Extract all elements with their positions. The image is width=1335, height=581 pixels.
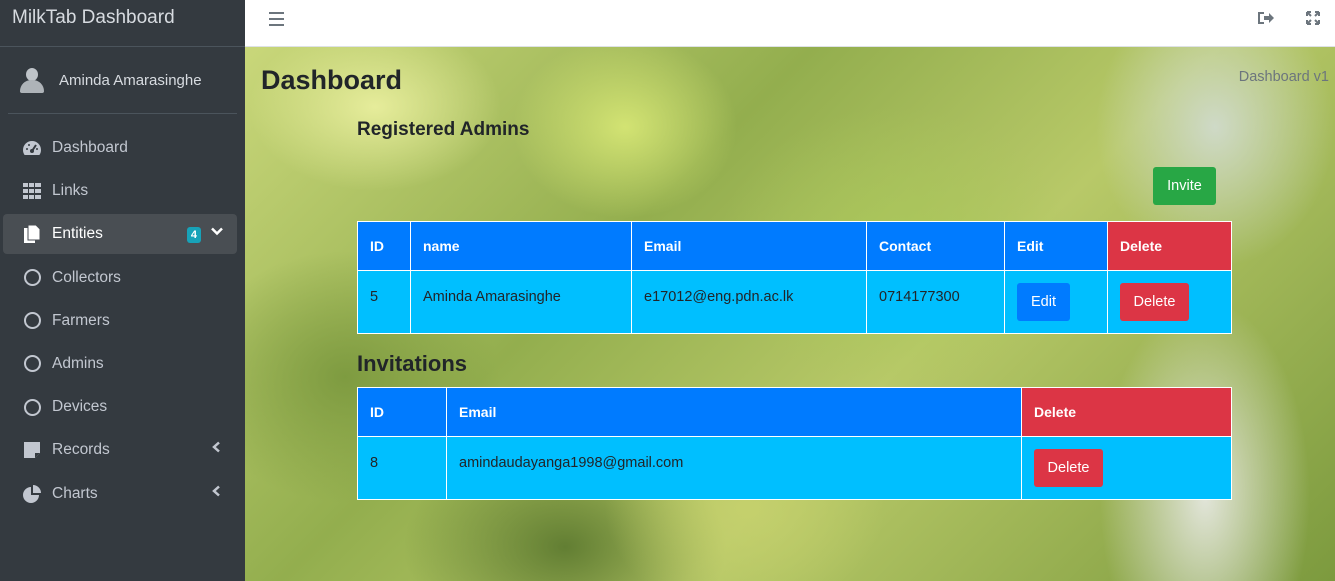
column-header-delete: Delete (1021, 387, 1232, 437)
sidebar-item-records[interactable]: Records (3, 430, 237, 470)
table-row: 5 Aminda Amarasinghe e17012@eng.pdn.ac.l… (357, 270, 1232, 334)
column-header-email: Email (631, 221, 867, 271)
sidebar-nav: Dashboard Links Entities 4 Collectors Fa… (0, 128, 245, 514)
sidebar-item-dashboard[interactable]: Dashboard (3, 128, 237, 168)
top-navbar (245, 0, 1335, 47)
page-title: Dashboard (261, 65, 403, 95)
admin-contact: 0714177300 (866, 270, 1005, 334)
copy-icon (22, 224, 42, 244)
table-header-row: ID name Email Contact Edit Delete (357, 221, 1232, 271)
sticky-note-icon (22, 440, 42, 460)
sidebar-item-label: Admins (52, 354, 104, 372)
chevron-down-icon (211, 224, 223, 240)
sidebar-item-label: Records (52, 441, 110, 459)
edit-cell: Edit (1004, 270, 1108, 334)
invitation-id: 8 (357, 436, 447, 500)
column-header-id: ID (357, 221, 411, 271)
admins-table: ID name Email Contact Edit Delete 5 Amin… (357, 221, 1232, 334)
fullscreen-icon[interactable] (1305, 10, 1321, 31)
sidebar-item-label: Collectors (52, 268, 121, 286)
sidebar-item-label: Farmers (52, 311, 110, 329)
brand-link[interactable]: MilkTab Dashboard (0, 0, 245, 47)
main-content: Dashboard Dashboard v1 Registered Admins… (245, 47, 1335, 581)
sidebar-item-label: Links (52, 182, 89, 200)
sidebar: MilkTab Dashboard Aminda Amarasinghe Das… (0, 0, 245, 581)
circle-icon (22, 268, 42, 288)
circle-icon (22, 397, 42, 417)
sidebar-item-label: Devices (52, 398, 108, 416)
admin-name: Aminda Amarasinghe (410, 270, 632, 334)
tachometer-icon (22, 138, 42, 158)
column-header-name: name (410, 221, 632, 271)
admin-id: 5 (357, 270, 411, 334)
table-row: 8 amindaudayanga1998@gmail.com Delete (357, 436, 1232, 500)
grid-icon (22, 181, 42, 201)
logout-icon[interactable] (1257, 10, 1275, 31)
sidebar-item-devices[interactable]: Devices (3, 387, 237, 427)
user-name[interactable]: Aminda Amarasinghe (59, 72, 202, 89)
column-header-id: ID (357, 387, 447, 437)
sidebar-item-farmers[interactable]: Farmers (3, 301, 237, 341)
admins-section-title: Registered Admins (357, 119, 530, 140)
table-header-row: ID Email Delete (357, 387, 1232, 437)
delete-cell: Delete (1107, 270, 1232, 334)
sidebar-item-links[interactable]: Links (3, 171, 237, 211)
delete-invitation-button[interactable]: Delete (1034, 449, 1103, 487)
user-panel: Aminda Amarasinghe (8, 47, 237, 114)
entities-count-badge: 4 (186, 227, 201, 244)
sidebar-item-entities[interactable]: Entities 4 (3, 214, 237, 255)
sidebar-item-collectors[interactable]: Collectors (3, 258, 237, 298)
invitation-email: amindaudayanga1998@gmail.com (446, 436, 1022, 500)
invitations-table: ID Email Delete 8 amindaudayanga1998@gma… (357, 387, 1232, 500)
column-header-contact: Contact (866, 221, 1005, 271)
avatar[interactable] (18, 66, 46, 94)
circle-icon (22, 354, 42, 374)
admin-email: e17012@eng.pdn.ac.lk (631, 270, 867, 334)
chevron-left-icon (211, 440, 223, 456)
circle-icon (22, 311, 42, 331)
sidebar-item-label: Charts (52, 484, 98, 502)
invitations-section-title: Invitations (357, 351, 468, 376)
menu-toggle-icon[interactable] (269, 12, 284, 30)
column-header-email: Email (446, 387, 1022, 437)
sidebar-item-label: Entities (52, 225, 103, 243)
column-header-edit: Edit (1004, 221, 1108, 271)
sidebar-item-admins[interactable]: Admins (3, 344, 237, 384)
edit-button[interactable]: Edit (1017, 283, 1070, 321)
delete-admin-button[interactable]: Delete (1120, 283, 1189, 321)
delete-cell: Delete (1021, 436, 1232, 500)
sidebar-item-label: Dashboard (52, 139, 128, 156)
invite-button[interactable]: Invite (1153, 167, 1216, 205)
breadcrumb[interactable]: Dashboard v1 (1239, 69, 1329, 85)
sidebar-item-charts[interactable]: Charts (3, 474, 237, 514)
chevron-left-icon (211, 484, 223, 500)
column-header-delete: Delete (1107, 221, 1232, 271)
pie-chart-icon (22, 484, 42, 504)
